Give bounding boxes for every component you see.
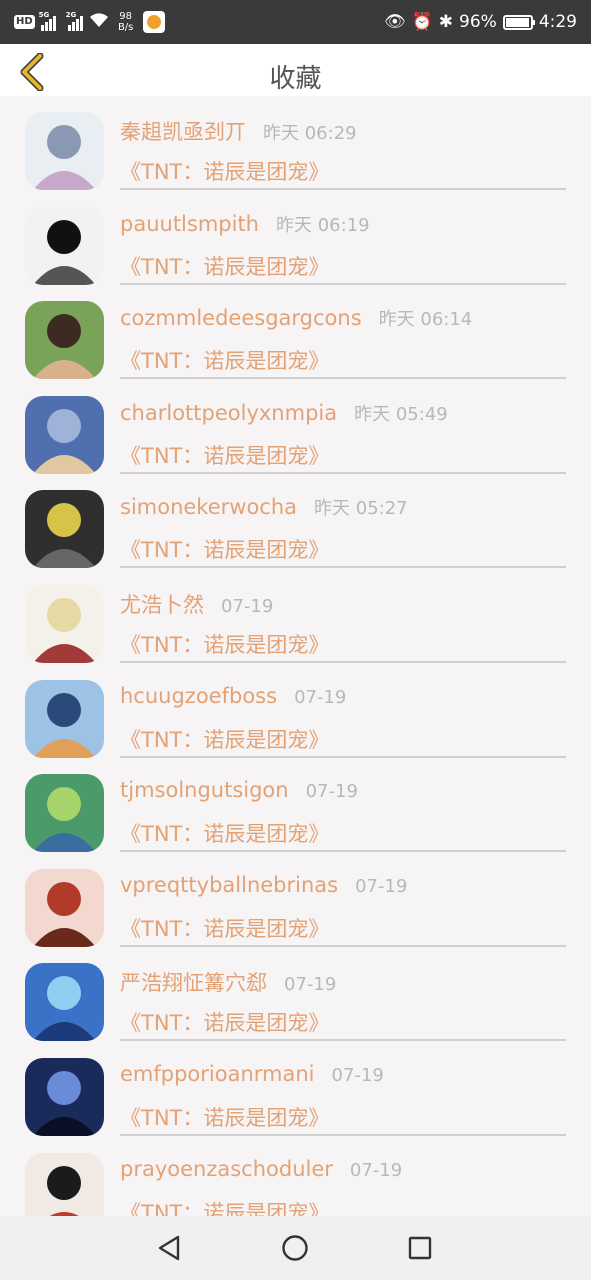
book-title: 《TNT：诺辰是团宠》 xyxy=(120,1200,330,1216)
hd-badge: HD xyxy=(14,15,35,29)
nav-recents-button[interactable] xyxy=(406,1234,434,1262)
avatar xyxy=(25,1058,104,1136)
list-item[interactable]: 秦趄凯亟刭丌 昨天 06:29 《TNT：诺辰是团宠》 xyxy=(0,96,591,191)
timestamp: 昨天 06:29 xyxy=(263,123,357,144)
page-title: 收藏 xyxy=(269,64,322,94)
user-name: hcuugzoefboss xyxy=(120,683,278,708)
triangle-back-icon xyxy=(158,1235,180,1261)
user-name: tjmsolngutsigon xyxy=(120,778,289,803)
book-title: 《TNT：诺辰是团宠》 xyxy=(120,1011,330,1036)
avatar xyxy=(25,585,104,663)
alarm-icon: ⏰ xyxy=(411,12,433,32)
book-title: 《TNT：诺辰是团宠》 xyxy=(120,822,330,847)
timestamp: 07-19 xyxy=(284,974,337,996)
network-speed-unit: B/s xyxy=(117,22,134,33)
app-header: 收藏 xyxy=(0,44,591,96)
list-item[interactable]: 严浩翔怔篝穴郄 07-19 《TNT：诺辰是团宠》 xyxy=(0,947,591,1042)
list-item[interactable]: hcuugzoefboss 07-19 《TNT：诺辰是团宠》 xyxy=(0,664,591,759)
signal-5g-label: 5G xyxy=(38,11,50,19)
clock: 4:29 xyxy=(538,12,577,32)
list-item[interactable]: 尤浩卜然 07-19 《TNT：诺辰是团宠》 xyxy=(0,569,591,664)
user-name: 严浩翔怔篝穴郄 xyxy=(120,971,267,996)
system-nav-bar xyxy=(0,1216,591,1280)
book-title: 《TNT：诺辰是团宠》 xyxy=(120,1106,330,1130)
app-notification-icon xyxy=(142,11,165,33)
avatar xyxy=(25,1152,104,1216)
list-item[interactable]: emfpporioanrmani 07-19 《TNT：诺辰是团宠》 xyxy=(0,1042,591,1137)
bluetooth-icon: ✱ xyxy=(438,12,454,32)
book-title: 《TNT：诺辰是团宠》 xyxy=(120,916,330,941)
timestamp: 昨天 05:27 xyxy=(314,498,408,520)
timestamp: 07-19 xyxy=(355,875,408,897)
avatar xyxy=(25,395,104,474)
timestamp: 07-19 xyxy=(331,1065,384,1086)
book-title: 《TNT：诺辰是团宠》 xyxy=(120,727,330,752)
timestamp: 昨天 06:19 xyxy=(276,214,370,236)
avatar xyxy=(25,112,104,190)
user-name: emfpporioanrmani xyxy=(120,1062,315,1086)
circle-home-icon xyxy=(282,1235,308,1261)
timestamp: 07-19 xyxy=(349,1159,403,1181)
book-title: 《TNT：诺辰是团宠》 xyxy=(120,349,330,374)
nav-home-button[interactable] xyxy=(281,1234,309,1262)
list-item[interactable]: simonekerwocha 昨天 05:27 《TNT：诺辰是团宠》 xyxy=(0,474,591,569)
wifi-icon xyxy=(89,12,109,32)
timestamp: 07-19 xyxy=(294,686,347,708)
timestamp: 昨天 05:49 xyxy=(354,403,448,425)
avatar xyxy=(25,301,104,380)
square-recents-icon xyxy=(408,1236,432,1260)
list-item[interactable]: tjmsolngutsigon 07-19 《TNT：诺辰是团宠》 xyxy=(0,758,591,853)
list-item[interactable]: cozmmledeesgargcons 昨天 06:14 《TNT：诺辰是团宠》 xyxy=(0,285,591,380)
user-name: pauutlsmpith xyxy=(120,211,259,236)
list-item[interactable]: pauutlsmpith 昨天 06:19 《TNT：诺辰是团宠》 xyxy=(0,191,591,286)
eye-icon: 👁 xyxy=(384,12,406,32)
timestamp: 07-19 xyxy=(221,596,274,617)
avatar xyxy=(25,963,104,1042)
book-title: 《TNT：诺辰是团宠》 xyxy=(120,443,330,468)
avatar xyxy=(25,774,104,853)
user-name: vpreqttyballnebrinas xyxy=(120,872,339,897)
user-name: prayoenzaschoduler xyxy=(120,1156,333,1181)
list-item[interactable]: prayoenzaschoduler 07-19 《TNT：诺辰是团宠》 xyxy=(0,1137,591,1216)
signal-5g-icon: 5G xyxy=(38,11,56,31)
user-name: 尤浩卜然 xyxy=(120,593,204,617)
timestamp: 昨天 06:14 xyxy=(378,309,473,331)
signal-2g-icon: 2G xyxy=(65,11,83,31)
user-name: charlottpeolyxnmpia xyxy=(120,400,338,425)
avatar xyxy=(25,679,104,758)
battery-icon xyxy=(502,14,535,30)
battery-percent: 96% xyxy=(459,12,497,32)
book-title: 《TNT：诺辰是团宠》 xyxy=(120,633,330,657)
book-title: 《TNT：诺辰是团宠》 xyxy=(120,254,330,279)
nav-back-button[interactable] xyxy=(155,1234,183,1262)
network-speed: 98 B/s xyxy=(115,11,137,33)
user-name: simonekerwocha xyxy=(120,495,298,520)
user-name: cozmmledeesgargcons xyxy=(120,306,362,331)
network-speed-value: 98 xyxy=(119,11,133,22)
book-title: 《TNT：诺辰是团宠》 xyxy=(120,160,330,184)
avatar xyxy=(25,206,104,285)
status-bar: HD 5G 2G 98 B/s 👁 ⏰ ✱ 96% 4:29 xyxy=(0,0,591,44)
favorites-list[interactable]: 秦趄凯亟刭丌 昨天 06:29 《TNT：诺辰是团宠》 pauutlsmpith 昨天 … xyxy=(0,96,591,1216)
avatar xyxy=(25,868,104,947)
book-title: 《TNT：诺辰是团宠》 xyxy=(120,538,330,563)
user-name: 秦趄凯亟刭丌 xyxy=(120,120,246,144)
timestamp: 07-19 xyxy=(305,781,358,803)
list-item[interactable]: charlottpeolyxnmpia 昨天 05:49 《TNT：诺辰是团宠》 xyxy=(0,380,591,475)
signal-2g-label: 2G xyxy=(65,11,77,19)
avatar xyxy=(25,490,104,569)
list-item[interactable]: vpreqttyballnebrinas 07-19 《TNT：诺辰是团宠》 xyxy=(0,853,591,948)
